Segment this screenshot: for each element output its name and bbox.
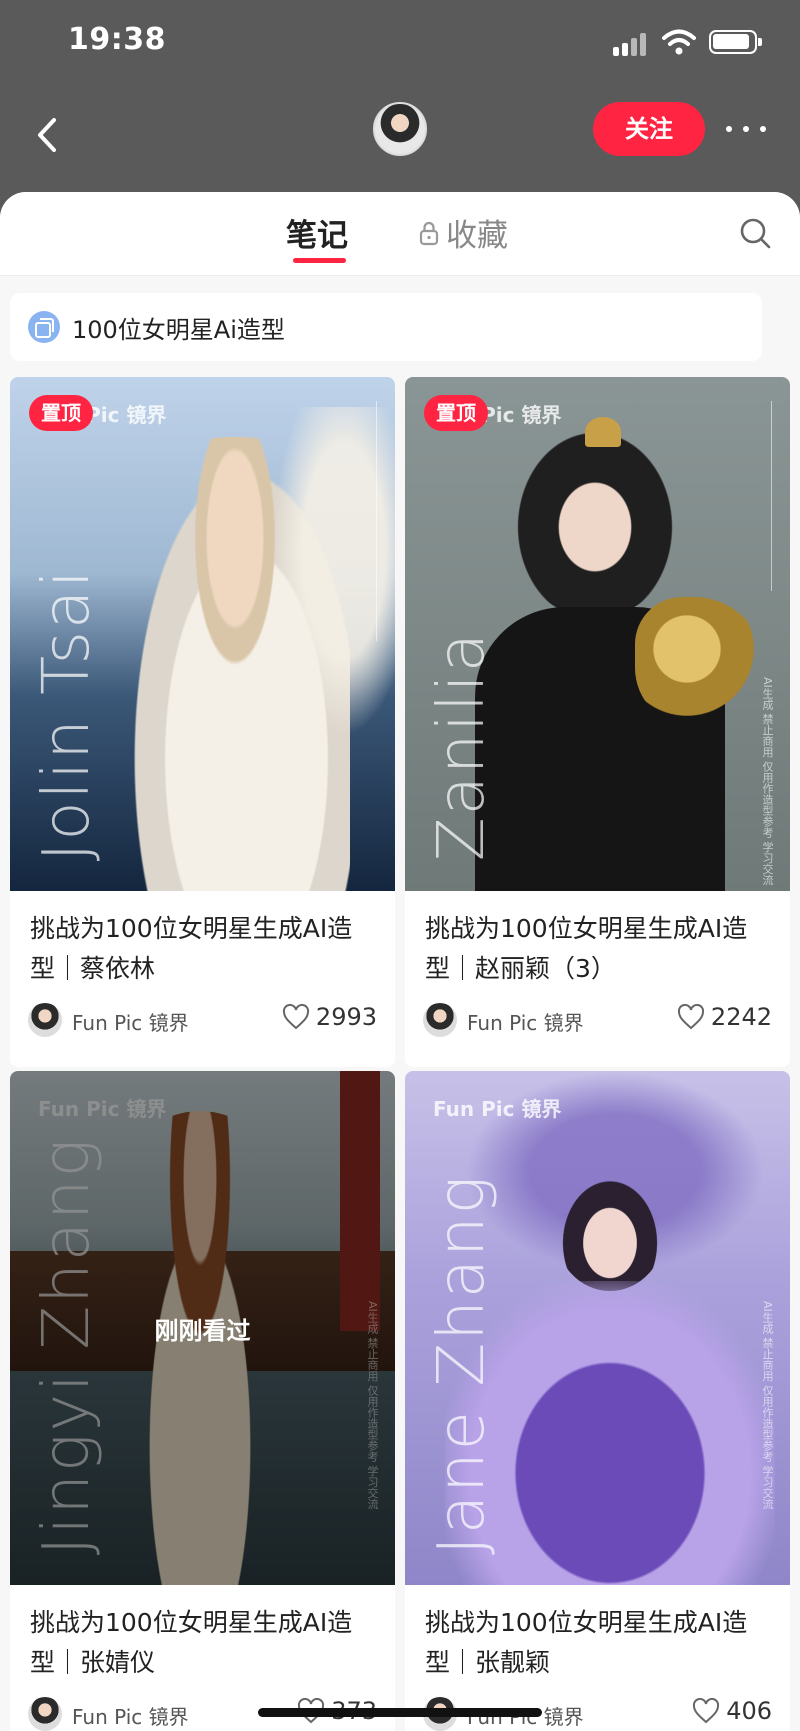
crown (585, 417, 621, 447)
profile-avatar[interactable] (373, 102, 427, 156)
gold-ornament (635, 597, 765, 727)
tab-collections[interactable]: 收藏 (418, 210, 508, 255)
side-line (771, 401, 772, 591)
note-card[interactable]: Fun Pic 镜界 置顶 Jolin Tsai 挑战为100位女明星生成AI造… (10, 377, 395, 1067)
watermark: Fun Pic 镜界 (433, 1097, 562, 1121)
note-card[interactable]: AI生成 禁止商用 仅用作造型参考 学习交流 Fun Pic 镜界 Jingyi… (10, 1071, 395, 1731)
more-icon[interactable] (724, 114, 768, 144)
author-avatar[interactable] (28, 1697, 62, 1731)
like-count: 406 (726, 1697, 772, 1725)
tab-bar: 笔记 收藏 (0, 192, 800, 276)
home-indicator[interactable] (258, 1708, 542, 1717)
heart-icon (282, 1004, 309, 1030)
like-button[interactable]: 406 (692, 1697, 772, 1725)
sculpture-ornament (260, 407, 395, 767)
wifi-icon (662, 29, 696, 55)
side-line (376, 401, 377, 641)
pinned-badge: 置顶 (424, 395, 488, 431)
tab-notes[interactable]: 笔记 (286, 210, 348, 255)
like-count: 2242 (710, 1003, 772, 1031)
note-cover-image[interactable]: AI生成 禁止商用 仅用作造型参考 学习交流 Fun Pic 镜界 Jane Z… (405, 1071, 790, 1585)
note-cover-image[interactable]: AI生成 禁止商用 仅用作造型参考 学习交流 Fun Pic 镜界 Jingyi… (10, 1071, 395, 1585)
overlay-name: Jolin Tsai (30, 567, 104, 861)
overlay-name: Jane Zhang (425, 1174, 499, 1555)
signal-icon (613, 32, 649, 56)
follow-button[interactable]: 关注 (593, 102, 705, 156)
lock-icon (419, 221, 439, 245)
status-bar: 19:38 (0, 0, 800, 90)
side-note: AI生成 禁止商用 仅用作造型参考 学习交流 (761, 1301, 774, 1510)
pinned-badge: 置顶 (29, 395, 93, 431)
search-icon[interactable] (738, 216, 772, 250)
album-card[interactable]: 100位女明星Ai造型 (10, 293, 762, 361)
note-card[interactable]: AI生成 禁止商用 仅用作造型参考 学习交流 Fun Pic 镜界 置顶 Zan… (405, 377, 790, 1067)
author-avatar[interactable] (28, 1003, 62, 1037)
heart-icon (693, 1698, 720, 1724)
content-sheet: 笔记 收藏 100位女明星Ai造型 Fun Pic 镜界 置顶 Jolin Ts… (0, 192, 800, 1731)
note-cover-image[interactable]: AI生成 禁止商用 仅用作造型参考 学习交流 Fun Pic 镜界 置顶 Zan… (405, 377, 790, 891)
heart-icon (677, 1004, 704, 1030)
author-name[interactable]: Fun Pic 镜界 (467, 1007, 584, 1036)
author-name[interactable]: Fun Pic 镜界 (72, 1007, 189, 1036)
note-meta: Fun Pic 镜界 373 (10, 1683, 395, 1731)
like-button[interactable]: 2242 (677, 1003, 772, 1031)
author-name[interactable]: Fun Pic 镜界 (72, 1701, 189, 1730)
note-cover-image[interactable]: Fun Pic 镜界 置顶 Jolin Tsai (10, 377, 395, 891)
note-title[interactable]: 挑战为100位女明星生成AI造型｜蔡依林 (10, 891, 395, 989)
top-nav: 关注 (0, 90, 800, 190)
note-meta: Fun Pic 镜界 2242 (405, 989, 790, 1067)
note-title[interactable]: 挑战为100位女明星生成AI造型｜张婧仪 (10, 1585, 395, 1683)
overlay-name: Zanilia (425, 630, 499, 861)
note-meta: Fun Pic 镜界 2993 (10, 989, 395, 1067)
back-icon[interactable] (30, 110, 70, 160)
portrait-head (505, 417, 685, 617)
album-icon (28, 311, 60, 343)
album-title: 100位女明星Ai造型 (72, 315, 285, 344)
active-tab-indicator (293, 258, 346, 263)
note-meta: Fun Pic 镜界 406 (405, 1683, 790, 1731)
status-time: 19:38 (68, 22, 166, 57)
note-title[interactable]: 挑战为100位女明星生成AI造型｜张靓颖 (405, 1585, 790, 1683)
author-avatar[interactable] (423, 1003, 457, 1037)
note-title[interactable]: 挑战为100位女明星生成AI造型｜赵丽颖（3） (405, 891, 790, 989)
battery-icon (709, 30, 762, 54)
portrait-head (555, 1171, 665, 1291)
viewed-label: 刚刚看过 (154, 1317, 251, 1345)
side-note: AI生成 禁止商用 仅用作造型参考 学习交流 (761, 677, 774, 886)
note-card[interactable]: AI生成 禁止商用 仅用作造型参考 学习交流 Fun Pic 镜界 Jane Z… (405, 1071, 790, 1731)
tab-collections-label: 收藏 (446, 218, 508, 254)
like-count: 2993 (315, 1003, 377, 1031)
like-button[interactable]: 2993 (282, 1003, 377, 1031)
